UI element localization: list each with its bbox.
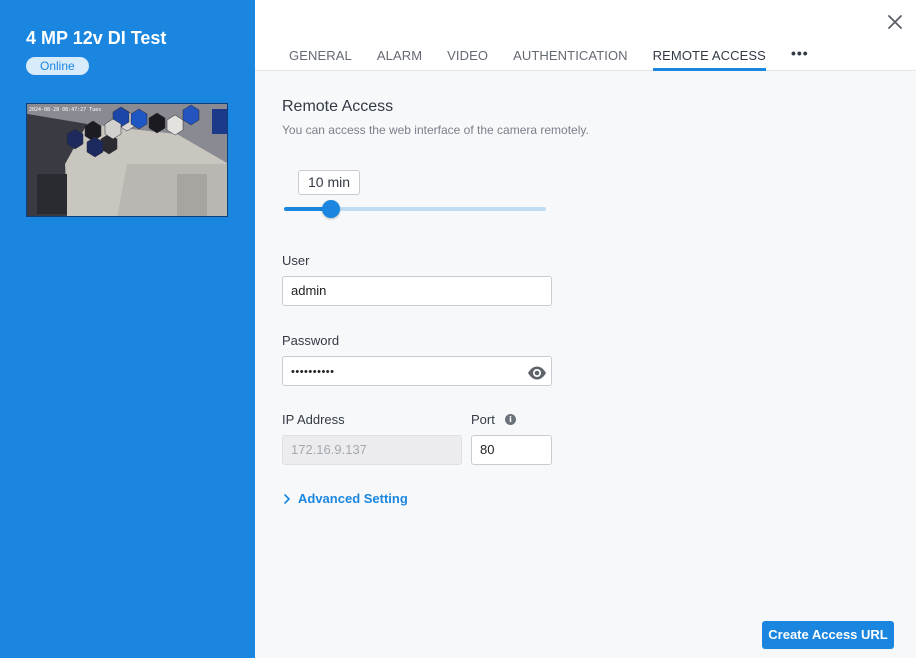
- preview-timestamp: 2024-08-28 08:47:27 Tues: [29, 107, 101, 113]
- ip-label: IP Address: [282, 412, 345, 427]
- section-subtitle: You can access the web interface of the …: [282, 123, 589, 137]
- tab-authentication[interactable]: AUTHENTICATION: [513, 48, 628, 71]
- tab-header: GENERAL ALARM VIDEO AUTHENTICATION REMOT…: [255, 0, 916, 71]
- tab-alarm[interactable]: ALARM: [377, 48, 422, 71]
- close-icon[interactable]: [886, 13, 904, 31]
- settings-panel: GENERAL ALARM VIDEO AUTHENTICATION REMOT…: [255, 0, 916, 658]
- user-label: User: [282, 253, 310, 268]
- create-access-url-button[interactable]: Create Access URL: [762, 621, 894, 649]
- duration-slider[interactable]: 10 min: [284, 170, 546, 220]
- password-input[interactable]: ••••••••••: [282, 356, 552, 386]
- slider-thumb[interactable]: [322, 200, 340, 218]
- port-label: Port: [471, 412, 495, 427]
- more-tabs-icon[interactable]: •••: [791, 45, 809, 71]
- advanced-setting-label: Advanced Setting: [298, 491, 408, 506]
- advanced-setting-link[interactable]: Advanced Setting: [282, 491, 408, 506]
- camera-sidebar: 4 MP 12v DI Test Online 2024-08-28 08:47…: [0, 0, 255, 658]
- password-value: ••••••••••: [291, 366, 335, 378]
- status-badge: Online: [26, 57, 89, 75]
- eye-icon[interactable]: [527, 363, 547, 380]
- camera-preview: 2024-08-28 08:47:27 Tues: [26, 103, 228, 217]
- tab-video[interactable]: VIDEO: [447, 48, 488, 71]
- ip-input: 172.16.9.137: [282, 435, 462, 465]
- tab-remote-access[interactable]: REMOTE ACCESS: [652, 48, 766, 71]
- tab-general[interactable]: GENERAL: [289, 48, 352, 71]
- tab-bar: GENERAL ALARM VIDEO AUTHENTICATION REMOT…: [289, 45, 809, 71]
- section-title: Remote Access: [282, 98, 394, 115]
- chevron-right-icon: [284, 493, 290, 504]
- port-input[interactable]: 80: [471, 435, 552, 465]
- info-icon[interactable]: i: [505, 414, 516, 425]
- user-input[interactable]: admin: [282, 276, 552, 306]
- remote-access-form: Remote Access You can access the web int…: [282, 98, 589, 506]
- password-label: Password: [282, 333, 340, 348]
- duration-value: 10 min: [298, 170, 361, 195]
- camera-title: 4 MP 12v DI Test: [26, 28, 167, 48]
